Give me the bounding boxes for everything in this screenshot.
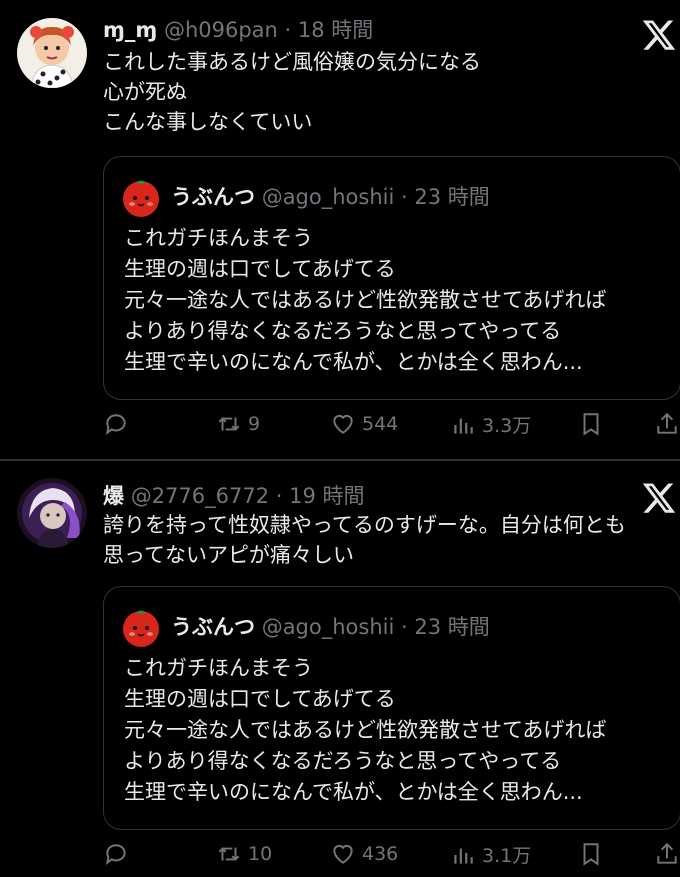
share-icon (657, 842, 677, 864)
tweet-header: 爆 @2776_6772 · 19 時間 (103, 480, 365, 510)
display-name[interactable]: ɱ_ɱ (103, 18, 157, 42)
tweet[interactable]: 爆 @2776_6772 · 19 時間 誇りを持って性奴隷やってるのすげーな。… (0, 462, 680, 877)
reply-icon (105, 414, 126, 435)
tweet-text: 誇りを持って性奴隷やってるのすげーな。自分は何とも 思ってないアピが痛々しい (103, 513, 626, 567)
quote-avatar[interactable] (122, 179, 160, 217)
display-name[interactable]: 爆 (103, 484, 124, 508)
like-icon (333, 414, 353, 434)
like-count: 544 (362, 413, 399, 435)
like-count: 436 (362, 843, 399, 865)
retweet-icon (218, 417, 240, 431)
quote-display-name: うぶんつ (171, 615, 255, 639)
quote-handle-and-time: @ago_hoshii · 23 時間 (261, 615, 490, 639)
retweet-button[interactable]: 10 (216, 841, 272, 867)
like-icon (333, 844, 353, 864)
quote-header: うぶんつ @ago_hoshii · 23 時間 (171, 181, 490, 211)
avatar[interactable] (17, 478, 87, 548)
quoted-tweet[interactable]: うぶんつ @ago_hoshii · 23 時間 これガチほんまそう 生理の週は… (103, 156, 680, 400)
share-icon (657, 412, 677, 434)
reply-icon (105, 844, 126, 865)
action-bar: 9 544 3.3万 (0, 411, 680, 447)
views-count: 3.3万 (482, 415, 532, 437)
share-button[interactable] (654, 411, 680, 437)
retweet-icon (218, 847, 240, 861)
retweet-count: 10 (248, 843, 273, 865)
like-button[interactable]: 544 (330, 411, 398, 437)
x-logo-icon (642, 20, 676, 50)
views-button[interactable]: 3.1万 (450, 841, 531, 868)
quoted-tweet[interactable]: うぶんつ @ago_hoshii · 23 時間 これガチほんまそう 生理の週は… (103, 586, 680, 830)
reply-button[interactable] (103, 841, 135, 867)
divider (0, 459, 680, 461)
tweet-text: これした事あるけど風俗嬢の気分になる 心が死ぬ こんな事しなくていい (103, 50, 481, 134)
quote-avatar[interactable] (122, 609, 160, 647)
action-bar: 10 436 3.1万 (0, 841, 680, 877)
views-icon (454, 848, 473, 864)
share-button[interactable] (654, 841, 680, 867)
tweet-header: ɱ_ɱ @h096pan · 18 時間 (103, 14, 373, 44)
views-count: 3.1万 (482, 845, 532, 867)
quote-text: これガチほんまそう 生理の週は口でしてあげてる 元々一途な人ではあるけど性欲発散… (124, 226, 607, 374)
reply-button[interactable] (103, 411, 135, 437)
quote-handle-and-time: @ago_hoshii · 23 時間 (261, 185, 490, 209)
bookmark-button[interactable] (578, 411, 604, 437)
bookmark-icon (583, 413, 599, 436)
bookmark-button[interactable] (578, 841, 604, 867)
quote-text: これガチほんまそう 生理の週は口でしてあげてる 元々一途な人ではあるけど性欲発散… (124, 656, 607, 804)
quote-display-name: うぶんつ (171, 185, 255, 209)
avatar[interactable] (17, 18, 87, 88)
x-logo-icon (642, 483, 676, 513)
bookmark-icon (583, 843, 599, 866)
tweet[interactable]: ɱ_ɱ @h096pan · 18 時間 これした事あるけど風俗嬢の気分になる … (0, 0, 680, 458)
quote-header: うぶんつ @ago_hoshii · 23 時間 (171, 611, 490, 641)
retweet-count: 9 (248, 413, 261, 435)
like-button[interactable]: 436 (330, 841, 398, 867)
views-icon (454, 418, 473, 434)
handle-and-time[interactable]: @2776_6772 · 19 時間 (131, 484, 365, 508)
retweet-button[interactable]: 9 (216, 411, 260, 437)
views-button[interactable]: 3.3万 (450, 411, 531, 438)
handle-and-time[interactable]: @h096pan · 18 時間 (164, 18, 373, 42)
